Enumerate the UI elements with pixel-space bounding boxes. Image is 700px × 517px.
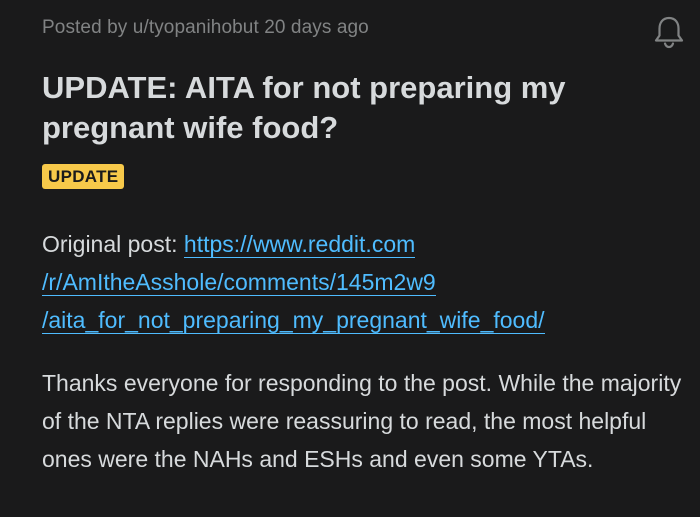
post-body-paragraph: Thanks everyone for responding to the po… — [42, 370, 682, 472]
post-title[interactable]: UPDATE: AITA for not preparing my pregna… — [42, 68, 642, 148]
post-meta: Posted by u/tyopanihobut 20 days ago — [42, 17, 369, 39]
original-post-link-line-2[interactable]: /r/AmItheAsshole/comments/145m2w9 — [42, 269, 436, 296]
author-link[interactable]: u/tyopanihobut — [133, 17, 259, 38]
original-post-label: Original post: — [42, 231, 184, 257]
original-post-paragraph: Original post: https://www.reddit.com /r… — [42, 225, 682, 339]
update-flair-badge[interactable]: UPDATE — [42, 164, 125, 189]
original-post-link-line-3[interactable]: /aita_for_not_preparing_my_pregnant_wife… — [42, 307, 545, 334]
post-age: 20 days ago — [258, 17, 369, 38]
bell-icon[interactable] — [652, 14, 686, 50]
posted-by-label: Posted by — [42, 17, 133, 38]
original-post-link-line-1[interactable]: https://www.reddit.com — [183, 231, 416, 258]
post-container: Posted by u/tyopanihobut 20 days ago UPD… — [0, 0, 700, 517]
post-meta-row: Posted by u/tyopanihobut 20 days ago — [42, 12, 684, 49]
